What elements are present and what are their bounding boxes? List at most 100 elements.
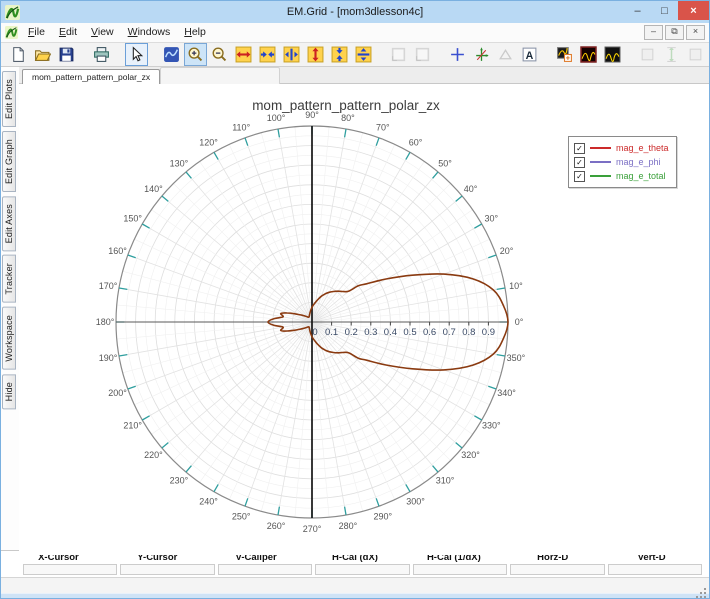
legend-label: mag_e_phi: [616, 157, 661, 167]
sidebar-tab-edit-plots[interactable]: Edit Plots: [2, 71, 16, 128]
svg-text:0: 0: [312, 327, 317, 338]
menu-help[interactable]: Help: [177, 23, 213, 42]
titlebar: EM.Grid - [mom3dlesson4c] – □ ×: [1, 1, 709, 23]
h-expand-button[interactable]: [232, 43, 255, 66]
svg-text:190°: 190°: [99, 353, 118, 363]
chart-title: mom_pattern_pattern_polar_zx: [252, 98, 440, 113]
toolbar-separator: [625, 44, 636, 65]
mdi-window-controls: – ⧉ ×: [644, 25, 709, 40]
legend-row-mag-e-total: ✓ mag_e_total: [574, 169, 669, 183]
plot-area[interactable]: 0 0.1 0.2 0.3 0.4 0.5 0.6 0.7 0.8 0.9 0° 10° 20° 30° 4…: [19, 84, 709, 555]
svg-text:20°: 20°: [500, 246, 514, 256]
crosshair-marker-button[interactable]: [446, 43, 469, 66]
sidebar-tab-hide[interactable]: Hide: [2, 373, 16, 409]
window-controls: – □ ×: [624, 1, 709, 23]
v-caliper-left-button: [636, 43, 659, 66]
toolbar-separator: [435, 44, 446, 65]
menu-edit[interactable]: Edit: [52, 23, 84, 42]
svg-text:70°: 70°: [376, 123, 390, 133]
toolbar-separator: [542, 44, 553, 65]
svg-text:0.7: 0.7: [443, 327, 456, 338]
save-file-button[interactable]: [55, 43, 78, 66]
maximize-button[interactable]: □: [651, 1, 678, 20]
toolbar-separator: [114, 44, 125, 65]
svg-text:A: A: [526, 50, 534, 62]
mdi-restore-button[interactable]: ⧉: [665, 25, 684, 40]
status-value-v-caliper: [217, 564, 313, 575]
svg-text:110°: 110°: [232, 123, 250, 133]
svg-text:180°: 180°: [96, 317, 115, 327]
svg-text:0°: 0°: [515, 317, 524, 327]
tab-empty[interactable]: [160, 67, 281, 84]
svg-text:30°: 30°: [484, 214, 498, 224]
resize-grip[interactable]: [704, 588, 706, 590]
svg-text:290°: 290°: [373, 512, 392, 522]
svg-text:130°: 130°: [170, 158, 189, 168]
document-tab-bar: mom_pattern_pattern_polar_zx: [19, 67, 709, 84]
toolbar-separator: [149, 44, 160, 65]
mdi-close-button[interactable]: ×: [686, 25, 705, 40]
minimize-button[interactable]: –: [624, 1, 651, 20]
sidebar-tab-tracker[interactable]: Tracker: [2, 255, 16, 303]
h-fit-page-button[interactable]: [280, 43, 303, 66]
axes-marker-button[interactable]: [470, 43, 493, 66]
select-pointer-button[interactable]: [125, 43, 148, 66]
print-button[interactable]: [90, 43, 113, 66]
toolbar: ALayout ▾: [1, 43, 709, 67]
mdi-minimize-button[interactable]: –: [644, 25, 663, 40]
svg-text:320°: 320°: [461, 450, 480, 460]
svg-text:310°: 310°: [436, 476, 455, 486]
zoom-in-button[interactable]: [184, 43, 207, 66]
svg-text:250°: 250°: [232, 512, 251, 522]
window-status-bar: [1, 577, 709, 593]
svg-text:260°: 260°: [267, 521, 286, 531]
svg-text:340°: 340°: [497, 388, 516, 398]
svg-text:330°: 330°: [482, 421, 501, 431]
close-button[interactable]: ×: [678, 1, 709, 20]
svg-text:270°: 270°: [303, 524, 322, 534]
menu-windows[interactable]: Windows: [121, 23, 178, 42]
menu-file[interactable]: File: [21, 23, 52, 42]
text-annotation-button[interactable]: A: [518, 43, 541, 66]
tab-mom-pattern-pattern-polar-zx[interactable]: mom_pattern_pattern_polar_zx: [22, 69, 161, 84]
triangle-marker-button: [494, 43, 517, 66]
v-fit-page-button[interactable]: [352, 43, 375, 66]
v-caliper-right-button: [684, 43, 707, 66]
svg-text:0.2: 0.2: [345, 327, 358, 338]
toolbar-separator: [79, 44, 90, 65]
export-plot-button[interactable]: [553, 43, 576, 66]
frame-left-button: [387, 43, 410, 66]
plot-style-dark-2-button[interactable]: [601, 43, 624, 66]
svg-text:160°: 160°: [108, 246, 127, 256]
zoom-window-button[interactable]: [160, 43, 183, 66]
menu-items: File Edit View Windows Help: [21, 23, 213, 42]
sidebar: Edit Plots Edit Graph Edit Axes Tracker Work…: [1, 67, 19, 550]
open-file-button[interactable]: [31, 43, 54, 66]
legend-row-mag-e-theta: ✓ mag_e_theta: [574, 141, 669, 155]
menubar: File Edit View Windows Help – ⧉ ×: [1, 23, 709, 43]
sidebar-tab-workspace[interactable]: Workspace: [2, 306, 16, 370]
legend-checkbox-mag-e-phi[interactable]: ✓: [574, 156, 585, 168]
legend-line-sample: [590, 147, 611, 149]
svg-text:50°: 50°: [438, 158, 452, 168]
app-window: EM.Grid - [mom3dlesson4c] – □ × File Edit…: [0, 0, 710, 599]
legend: ✓ mag_e_theta ✓ mag_e_phi ✓ mag_e_total: [568, 136, 677, 188]
svg-text:40°: 40°: [464, 184, 478, 194]
new-document-button[interactable]: [7, 43, 30, 66]
v-shrink-button[interactable]: [328, 43, 351, 66]
svg-text:80°: 80°: [341, 113, 355, 123]
status-value-y-cursor: [120, 564, 215, 575]
document-logo-icon: [5, 26, 18, 39]
svg-text:0.5: 0.5: [403, 327, 416, 338]
svg-text:0.8: 0.8: [462, 327, 475, 338]
sidebar-tab-edit-axes[interactable]: Edit Axes: [2, 196, 16, 252]
legend-checkbox-mag-e-theta[interactable]: ✓: [574, 142, 585, 154]
h-shrink-button[interactable]: [256, 43, 279, 66]
status-value-horz-d: [510, 564, 605, 575]
menu-view[interactable]: View: [84, 23, 121, 42]
zoom-out-button[interactable]: [208, 43, 231, 66]
plot-style-dark-1-button[interactable]: [577, 43, 600, 66]
legend-checkbox-mag-e-total[interactable]: ✓: [574, 170, 585, 182]
v-expand-button[interactable]: [304, 43, 327, 66]
sidebar-tab-edit-graph[interactable]: Edit Graph: [2, 131, 16, 193]
